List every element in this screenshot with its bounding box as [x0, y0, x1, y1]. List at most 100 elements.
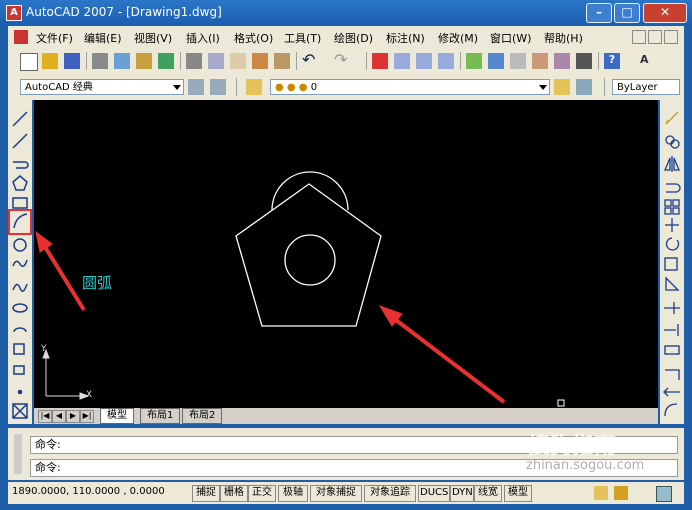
fillet-icon[interactable] [664, 403, 678, 417]
offset-icon[interactable] [666, 183, 681, 193]
make-current-layer-icon[interactable] [554, 79, 570, 95]
menu-format[interactable]: 格式(O) [234, 30, 273, 46]
menu-edit[interactable]: 编辑(E) [84, 30, 122, 46]
calculator-icon[interactable] [576, 53, 592, 69]
chamfer-icon[interactable] [665, 369, 680, 380]
polyline-icon[interactable] [13, 161, 29, 169]
lock-icon[interactable] [594, 486, 608, 500]
snap-button[interactable]: 捕捉 [192, 485, 220, 502]
properties-icon[interactable] [466, 53, 482, 69]
extend-icon[interactable] [664, 324, 679, 336]
drawing-canvas[interactable]: 圆弧 Y X [34, 100, 658, 408]
erase-icon[interactable] [665, 111, 679, 125]
print-preview-icon[interactable] [114, 53, 130, 69]
design-center-icon[interactable] [488, 53, 504, 69]
drawing-svg[interactable] [34, 100, 658, 408]
trim-icon[interactable] [664, 302, 680, 314]
array-icon[interactable] [664, 199, 672, 207]
save-workspace-icon[interactable] [210, 79, 226, 95]
menu-modify[interactable]: 修改(M) [438, 30, 478, 46]
doc-close-button[interactable] [664, 30, 678, 44]
layer-previous-icon[interactable] [576, 79, 592, 95]
break-at-point-icon[interactable] [664, 345, 680, 355]
lineweight-button[interactable]: 线宽 [474, 485, 502, 502]
make-block-icon[interactable] [13, 365, 25, 375]
menu-tools[interactable]: 工具(T) [284, 30, 321, 46]
ducs-button[interactable]: DUCS [418, 485, 450, 502]
clean-screen-icon[interactable] [656, 486, 672, 502]
menu-insert[interactable]: 插入(I) [186, 30, 220, 46]
move-icon[interactable] [665, 218, 679, 232]
mirror-icon[interactable] [664, 156, 680, 172]
doc-restore-button[interactable] [648, 30, 662, 44]
inner-circle[interactable] [284, 234, 336, 286]
3d-dwf-icon[interactable] [158, 53, 174, 69]
menu-file[interactable]: 文件(F) [36, 30, 73, 46]
explode-icon[interactable] [663, 387, 680, 397]
tab-layout2[interactable]: 布局2 [182, 408, 223, 424]
arc-icon[interactable] [13, 213, 28, 229]
menu-view[interactable]: 视图(V) [134, 30, 172, 46]
doc-icon[interactable] [14, 30, 28, 44]
menu-window[interactable]: 窗口(W) [490, 30, 531, 46]
polygon-icon[interactable] [12, 175, 28, 191]
ortho-button[interactable]: 正交 [248, 485, 276, 502]
save-icon[interactable] [64, 53, 80, 69]
line-icon[interactable] [12, 111, 28, 127]
ellipse-arc-icon[interactable] [13, 327, 27, 333]
pan-icon[interactable] [372, 53, 388, 69]
tab-layout1[interactable]: 布局1 [140, 408, 181, 424]
new-file-icon[interactable] [20, 53, 38, 71]
close-button[interactable]: ✕ [643, 3, 687, 23]
minimize-button[interactable]: – [586, 3, 612, 23]
hatch-icon[interactable] [12, 403, 28, 419]
zoom-window-icon[interactable] [416, 53, 432, 69]
grid-button[interactable]: 栅格 [220, 485, 248, 502]
revision-cloud-icon[interactable] [12, 259, 28, 267]
undo-icon[interactable]: ↶ [302, 52, 318, 69]
rotate-icon[interactable] [665, 237, 680, 251]
construction-line-icon[interactable] [12, 133, 28, 149]
layer-manager-icon[interactable] [246, 79, 262, 95]
rectangle-icon[interactable] [12, 197, 28, 209]
circle-icon[interactable] [13, 238, 27, 252]
publish-icon[interactable] [136, 53, 152, 69]
workspace-settings-icon[interactable] [188, 79, 204, 95]
linetype-select[interactable]: ByLayer [612, 79, 680, 95]
workspace-select[interactable]: AutoCAD 经典 [20, 79, 184, 95]
help-icon[interactable]: ? [604, 53, 620, 69]
tab-model[interactable]: 模型 [100, 408, 134, 424]
ellipse-icon[interactable] [12, 303, 28, 313]
point-icon[interactable] [17, 389, 23, 395]
match-properties-icon[interactable] [252, 53, 268, 69]
menu-help[interactable]: 帮助(H) [544, 30, 583, 46]
markup-icon[interactable] [554, 53, 570, 69]
tab-first-button[interactable]: |◀ [38, 410, 52, 423]
sheet-set-icon[interactable] [532, 53, 548, 69]
menu-dimension[interactable]: 标注(N) [386, 30, 425, 46]
zoom-previous-icon[interactable] [438, 53, 454, 69]
tool-palettes-icon[interactable] [510, 53, 526, 69]
copy-icon[interactable] [208, 53, 224, 69]
print-icon[interactable] [92, 53, 108, 69]
otrack-button[interactable]: 对象追踪 [364, 485, 416, 502]
doc-minimize-button[interactable] [632, 30, 646, 44]
layer-select[interactable]: ● ● ● 0 [270, 79, 550, 95]
text-style-icon[interactable]: A [640, 53, 656, 69]
polar-button[interactable]: 极轴 [278, 485, 308, 502]
redo-icon[interactable]: ↷ [334, 52, 350, 69]
communication-center-icon[interactable] [614, 486, 628, 500]
paste-icon[interactable] [230, 53, 246, 69]
dyn-button[interactable]: DYN [450, 485, 474, 502]
maximize-button[interactable]: □ [614, 3, 640, 23]
tab-prev-button[interactable]: ◀ [52, 410, 66, 423]
osnap-button[interactable]: 对象捕捉 [310, 485, 362, 502]
zoom-realtime-icon[interactable] [394, 53, 410, 69]
stretch-icon[interactable] [665, 276, 680, 291]
tab-last-button[interactable]: ▶| [80, 410, 94, 423]
spline-icon[interactable] [12, 283, 28, 292]
menu-draw[interactable]: 绘图(D) [334, 30, 373, 46]
scale-icon[interactable] [664, 257, 678, 271]
block-editor-icon[interactable] [274, 53, 290, 69]
model-button[interactable]: 模型 [504, 485, 532, 502]
